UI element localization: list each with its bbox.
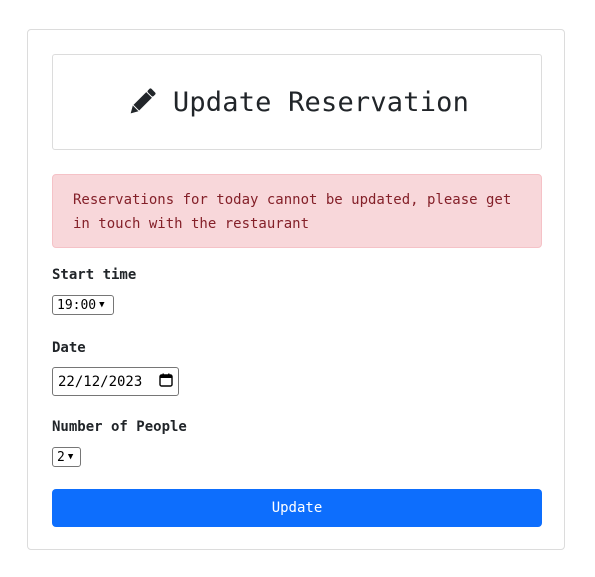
- date-value: 22/12/2023: [58, 373, 143, 390]
- start-time-select[interactable]: 19:00 ▼: [52, 295, 114, 315]
- start-time-label: Start time: [52, 267, 137, 283]
- update-button[interactable]: Update: [52, 489, 542, 527]
- reservation-card: Update Reservation Reservations for toda…: [27, 29, 565, 550]
- pencil-icon: [125, 85, 159, 119]
- calendar-icon[interactable]: [159, 373, 173, 391]
- people-value: 2: [57, 449, 65, 465]
- start-time-value: 19:00: [57, 297, 97, 313]
- error-alert: Reservations for today cannot be updated…: [52, 174, 542, 248]
- chevron-down-icon: ▼: [99, 299, 105, 310]
- page-title: Update Reservation: [172, 86, 470, 118]
- date-label: Date: [52, 340, 86, 356]
- header: Update Reservation: [52, 54, 542, 150]
- people-select[interactable]: 2 ▼: [52, 447, 81, 467]
- chevron-down-icon: ▼: [67, 451, 74, 462]
- people-label: Number of People: [52, 419, 187, 435]
- date-input[interactable]: 22/12/2023: [52, 367, 179, 396]
